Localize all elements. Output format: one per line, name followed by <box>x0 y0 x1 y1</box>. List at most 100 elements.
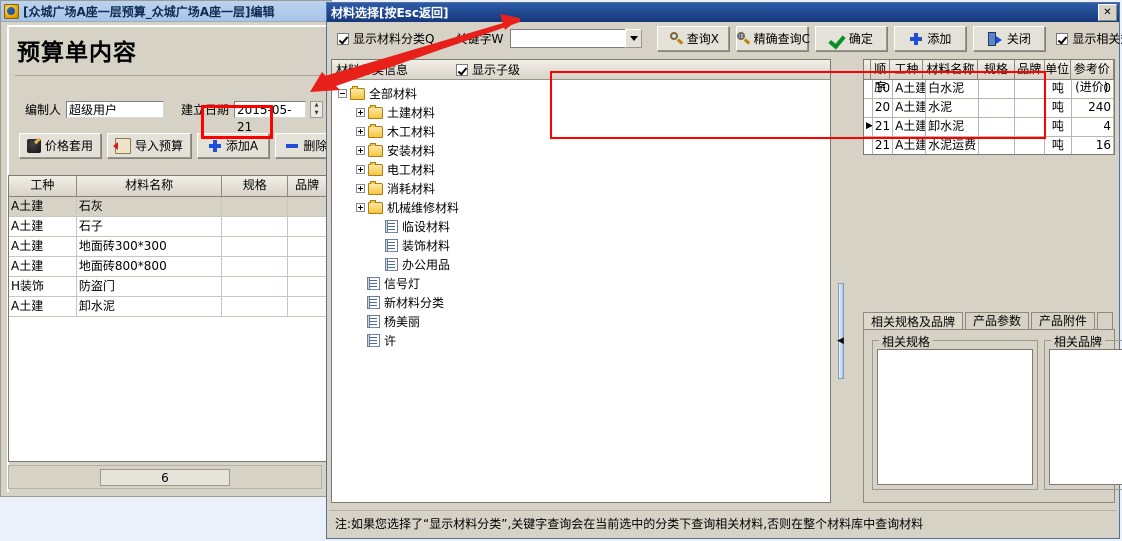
col-header-order[interactable]: 顺序 <box>870 60 891 94</box>
table-cell[interactable] <box>288 257 327 276</box>
table-cell-unit[interactable]: 吨 <box>1045 99 1072 117</box>
table-cell-material-name[interactable]: 水泥运费 <box>926 137 980 154</box>
chevron-down-icon[interactable] <box>625 29 643 48</box>
table-cell-order[interactable]: 21 <box>873 118 894 136</box>
col-header-spec[interactable]: 规格 <box>222 176 289 196</box>
date-input[interactable]: 2015-05-21 <box>234 101 307 134</box>
table-cell-unit[interactable]: 吨 <box>1045 137 1072 154</box>
table-cell[interactable]: A土建 <box>9 257 77 276</box>
tree-node[interactable]: 电工材料 <box>338 160 830 179</box>
tree-node[interactable]: 机械维修材料 <box>338 198 830 217</box>
table-cell-unit[interactable]: 吨 <box>1045 118 1072 136</box>
show-category-checkbox-box[interactable] <box>337 32 349 45</box>
table-row[interactable]: A土建 地面砖800*800 <box>9 257 327 277</box>
table-cell-gongzhong[interactable]: A土建 <box>893 137 927 154</box>
table-cell[interactable]: A土建 <box>9 297 77 316</box>
tree-node[interactable]: 土建材料 <box>338 103 830 122</box>
tree-node[interactable]: 新材料分类 <box>338 293 830 312</box>
table-cell[interactable] <box>222 237 289 256</box>
table-cell[interactable]: 地面砖800*800 <box>77 257 223 276</box>
table-cell-price[interactable]: 4 <box>1072 118 1114 136</box>
col-header-unit[interactable]: 单位 <box>1044 60 1071 79</box>
row-selector-arrow-icon[interactable]: ▶ <box>864 118 873 136</box>
table-cell-spec[interactable] <box>979 137 1016 154</box>
table-cell-brand[interactable] <box>1015 99 1046 117</box>
spin-down-icon[interactable]: ▼ <box>311 110 322 118</box>
tree-node[interactable]: 杨美丽 <box>338 312 830 331</box>
table-cell[interactable] <box>222 217 289 236</box>
table-cell-price[interactable]: 16 <box>1072 137 1114 154</box>
table-cell[interactable]: A土建 <box>9 217 77 236</box>
close-button[interactable]: 关闭 <box>973 26 1046 51</box>
expand-plus-icon[interactable] <box>356 127 365 136</box>
table-cell-price[interactable]: 240 <box>1072 99 1114 117</box>
expand-plus-icon[interactable] <box>356 108 365 117</box>
table-cell-material-name[interactable]: 卸水泥 <box>926 118 980 136</box>
col-header-brand[interactable]: 品牌 <box>1014 60 1045 79</box>
table-cell-spec[interactable] <box>979 118 1016 136</box>
table-cell-order[interactable]: 10 <box>873 80 894 98</box>
table-cell-material-name[interactable]: 水泥 <box>926 99 980 117</box>
table-cell-price[interactable]: 0 <box>1072 80 1114 98</box>
confirm-button[interactable]: 确定 <box>815 26 888 51</box>
tab-inactive[interactable]: 产品参数 <box>965 312 1029 330</box>
table-cell-order[interactable]: 21 <box>873 137 894 154</box>
table-cell[interactable] <box>288 277 327 296</box>
keyword-input[interactable] <box>510 29 627 48</box>
expand-plus-icon[interactable] <box>356 165 365 174</box>
price-apply-button[interactable]: 价格套用 <box>19 133 102 158</box>
tree-node[interactable]: 许 <box>338 331 830 350</box>
table-row[interactable]: 21 A土建 水泥运费 吨 16 <box>864 137 1114 154</box>
show-category-checkbox[interactable]: 显示材料分类Q <box>337 30 434 47</box>
table-cell-spec[interactable] <box>979 99 1016 117</box>
table-cell-gongzhong[interactable]: A土建 <box>893 80 927 98</box>
col-header-gongzhong[interactable]: 工种 <box>890 60 924 79</box>
table-cell-spec[interactable] <box>979 80 1016 98</box>
table-cell[interactable] <box>222 297 289 316</box>
expand-plus-icon[interactable] <box>356 184 365 193</box>
add-button[interactable]: 添加 <box>894 26 967 51</box>
table-row[interactable]: A土建 石灰 <box>9 197 327 217</box>
show-related-spec-checkbox-box[interactable] <box>1056 32 1069 45</box>
table-row[interactable]: A土建 石子 <box>9 217 327 237</box>
tree-node[interactable]: 临设材料 <box>338 217 830 236</box>
panel-splitter[interactable]: ◀ <box>835 59 847 503</box>
table-cell[interactable]: 卸水泥 <box>77 297 223 316</box>
import-budget-button[interactable]: 导入预算 <box>107 133 192 158</box>
tab-inactive[interactable]: 产品附件 <box>1031 312 1095 330</box>
table-cell[interactable] <box>222 257 289 276</box>
table-cell[interactable]: A土建 <box>9 197 77 216</box>
col-header-gongzhong[interactable]: 工种 <box>9 176 77 196</box>
table-cell[interactable] <box>288 217 327 236</box>
collapse-minus-icon[interactable] <box>338 89 347 98</box>
tree-node[interactable]: 信号灯 <box>338 274 830 293</box>
tree-node[interactable]: 装饰材料 <box>338 236 830 255</box>
col-header-price[interactable]: 参考价(进价) <box>1070 60 1114 94</box>
expand-plus-icon[interactable] <box>356 203 365 212</box>
material-result-grid[interactable]: 顺序 工种 材料名称 规格 品牌 单位 参考价(进价) 10 A土建 白水泥吨 0 20… <box>863 59 1115 155</box>
col-header-brand[interactable]: 品牌 <box>288 176 327 196</box>
table-cell-brand[interactable] <box>1015 137 1046 154</box>
table-cell[interactable] <box>288 237 327 256</box>
creator-input[interactable]: 超级用户 <box>66 101 165 118</box>
table-cell[interactable]: 地面砖300*300 <box>77 237 223 256</box>
table-cell[interactable]: 石灰 <box>77 197 223 216</box>
table-cell-order[interactable]: 20 <box>873 99 894 117</box>
table-cell[interactable]: H装饰 <box>9 277 77 296</box>
table-cell-gongzhong[interactable]: A土建 <box>893 118 927 136</box>
tree-node[interactable]: 全部材料 <box>338 84 830 103</box>
table-cell[interactable] <box>222 197 289 216</box>
col-header-material-name[interactable]: 材料名称 <box>923 60 979 79</box>
spin-up-icon[interactable]: ▲ <box>311 102 322 110</box>
expand-plus-icon[interactable] <box>356 146 365 155</box>
table-cell[interactable]: 防盗门 <box>77 277 223 296</box>
query-button[interactable]: 查询X <box>657 26 730 51</box>
col-header-spec[interactable]: 规格 <box>978 60 1015 79</box>
date-spinner[interactable]: ▲ ▼ <box>310 101 324 118</box>
row-selector[interactable] <box>864 99 873 117</box>
tree-node[interactable]: 木工材料 <box>338 122 830 141</box>
tree-node[interactable]: 安装材料 <box>338 141 830 160</box>
table-cell-brand[interactable] <box>1015 118 1046 136</box>
table-cell-material-name[interactable]: 白水泥 <box>926 80 980 98</box>
show-children-checkbox-box[interactable] <box>456 63 469 76</box>
